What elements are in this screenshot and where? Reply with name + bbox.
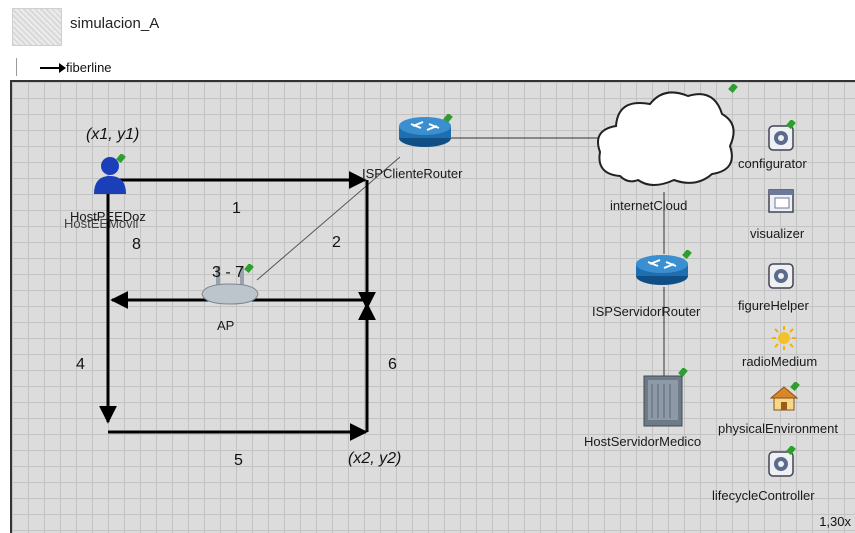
router-icon[interactable] — [634, 249, 694, 291]
host-mobile-icon[interactable] — [90, 153, 130, 201]
isp-server-router-label: ISPServidorRouter — [592, 304, 701, 319]
gear-icon[interactable] — [768, 445, 798, 483]
physical-environment-label: physicalEnvironment — [718, 421, 838, 436]
host-server-label: HostServidorMedico — [584, 434, 702, 449]
coord-start-label: (x1, y1) — [86, 126, 140, 143]
host-label: HostPEEDoz — [70, 209, 146, 224]
cloud-icon[interactable] — [590, 83, 740, 197]
radio-wave-icon[interactable] — [770, 322, 800, 357]
figure-helper-label: figureHelper — [738, 298, 809, 313]
network-canvas[interactable]: HostEEMovil HostPEEDoz ISPClienteRouter … — [10, 80, 855, 533]
segment-label: 6 — [388, 356, 397, 373]
internet-cloud-label: internetCloud — [610, 198, 688, 213]
simulation-title: simulacion_A — [70, 15, 160, 32]
legend-label: fiberline — [66, 60, 112, 75]
segment-label: 2 — [332, 234, 341, 251]
segment-label: 5 — [234, 452, 243, 469]
legend: fiberline — [40, 60, 112, 75]
header: simulacion_A fiberline — [0, 0, 855, 80]
gear-icon[interactable] — [768, 260, 798, 295]
zoom-level: 1,30x — [819, 514, 851, 529]
segment-label: 3 - 7 — [212, 264, 245, 281]
segment-label: 8 — [132, 236, 141, 253]
coord-end-label: (x2, y2) — [348, 450, 402, 467]
simulation-thumbnail — [12, 8, 62, 46]
arrow-right-icon — [40, 62, 66, 73]
lifecycle-controller-label: lifecycleController — [712, 488, 815, 503]
ap-label: AP — [217, 318, 235, 333]
visualizer-label: visualizer — [750, 226, 805, 241]
server-icon[interactable] — [640, 367, 690, 433]
window-icon[interactable] — [768, 186, 798, 221]
gear-icon[interactable] — [768, 119, 798, 157]
router-icon[interactable] — [397, 113, 453, 153]
configurator-label: configurator — [738, 156, 807, 171]
house-icon[interactable] — [768, 381, 800, 419]
segment-label: 4 — [76, 356, 85, 373]
radio-medium-label: radioMedium — [742, 354, 818, 369]
toolbar-divider — [16, 58, 17, 76]
segment-label: 1 — [232, 200, 241, 217]
isp-client-router-label: ISPClienteRouter — [362, 166, 463, 181]
